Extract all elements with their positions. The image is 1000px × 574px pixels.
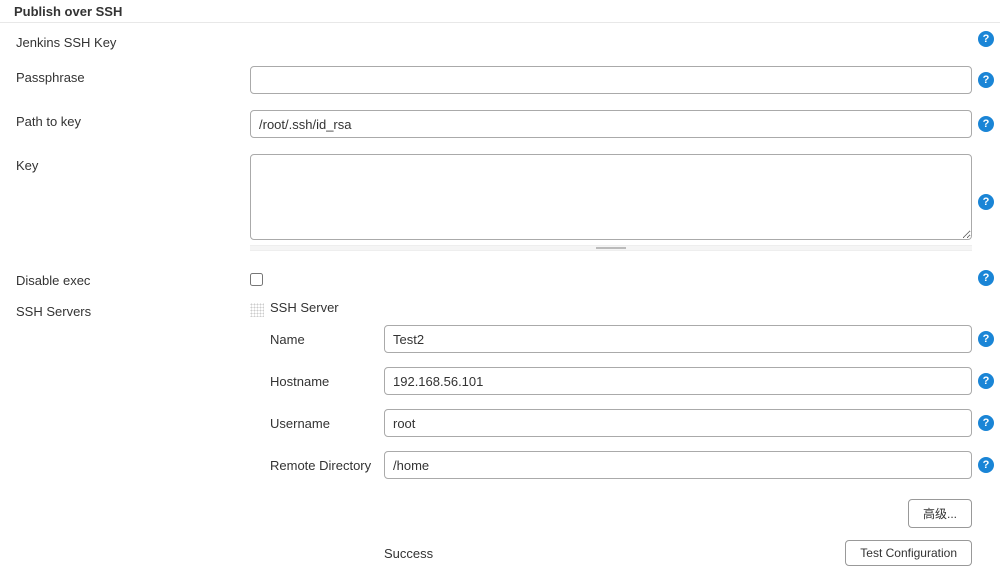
input-passphrase[interactable] [250, 66, 972, 94]
resize-bar[interactable] [250, 245, 972, 251]
row-remote-directory: Remote Directory ? [270, 447, 1000, 483]
row-disable-exec: Disable exec ? [0, 255, 1000, 296]
row-test-configuration: Success Test Configuration [270, 536, 1000, 570]
label-server-name: Name [270, 332, 384, 347]
textarea-key[interactable] [250, 154, 972, 240]
help-icon-server-hostname[interactable]: ? [978, 373, 994, 389]
row-ssh-servers: SSH Servers SSH Server Name ? Hostname [0, 296, 1000, 574]
ssh-server-header: SSH Server [270, 300, 1000, 315]
advanced-button[interactable]: 高级... [908, 499, 972, 528]
row-server-username: Username ? [270, 405, 1000, 441]
ssh-server-block: SSH Server Name ? Hostname ? [250, 300, 1000, 570]
help-icon-passphrase[interactable]: ? [978, 72, 994, 88]
label-passphrase: Passphrase [0, 66, 250, 85]
label-server-hostname: Hostname [270, 374, 384, 389]
row-server-name: Name ? [270, 321, 1000, 357]
label-disable-exec: Disable exec [0, 269, 250, 288]
help-icon-jenkins-ssh-key[interactable]: ? [978, 31, 994, 47]
label-ssh-servers: SSH Servers [0, 300, 250, 319]
input-remote-directory[interactable] [384, 451, 972, 479]
label-path-to-key: Path to key [0, 110, 250, 129]
label-key: Key [0, 154, 250, 173]
row-jenkins-ssh-key: Jenkins SSH Key ? [0, 23, 1000, 58]
help-icon-server-username[interactable]: ? [978, 415, 994, 431]
row-path-to-key: Path to key ? [0, 102, 1000, 146]
row-advanced-button: 高级... [270, 493, 1000, 532]
checkbox-disable-exec[interactable] [250, 273, 263, 286]
help-icon-server-name[interactable]: ? [978, 331, 994, 347]
grip-icon[interactable] [250, 303, 264, 317]
section-title: Publish over SSH [0, 0, 1000, 23]
label-server-username: Username [270, 416, 384, 431]
help-icon-disable-exec[interactable]: ? [978, 270, 994, 286]
row-passphrase: Passphrase ? [0, 58, 1000, 102]
help-icon-remote-directory[interactable]: ? [978, 457, 994, 473]
test-configuration-button[interactable]: Test Configuration [845, 540, 972, 566]
resize-grip-icon [596, 247, 626, 249]
label-jenkins-ssh-key: Jenkins SSH Key [0, 31, 250, 50]
help-icon-key[interactable]: ? [978, 194, 994, 210]
test-result-text: Success [270, 546, 845, 561]
row-server-hostname: Hostname ? [270, 363, 1000, 399]
input-server-hostname[interactable] [384, 367, 972, 395]
input-server-username[interactable] [384, 409, 972, 437]
help-icon-path-to-key[interactable]: ? [978, 116, 994, 132]
input-server-name[interactable] [384, 325, 972, 353]
label-remote-directory: Remote Directory [270, 458, 384, 473]
input-path-to-key[interactable] [250, 110, 972, 138]
row-key: Key ? [0, 146, 1000, 255]
